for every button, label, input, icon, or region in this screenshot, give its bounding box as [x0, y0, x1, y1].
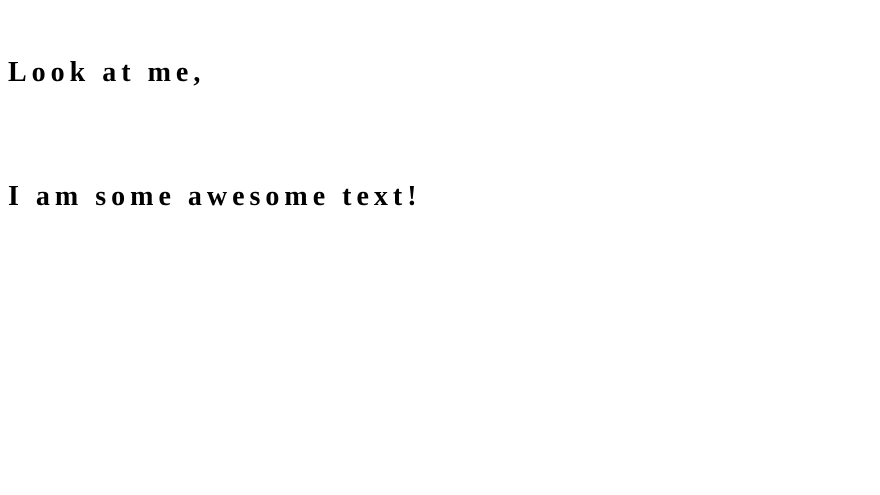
awesome-text: I am some awesome text!	[8, 181, 422, 212]
greeting-text: Look at me,	[8, 57, 206, 88]
